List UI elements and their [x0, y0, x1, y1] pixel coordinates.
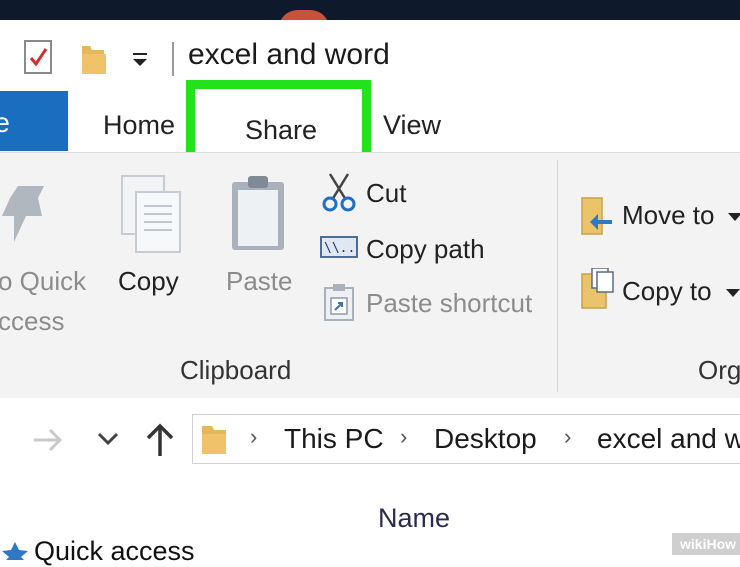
- tab-file[interactable]: le: [0, 91, 68, 151]
- desktop-strip: [0, 0, 740, 30]
- nav-item-quick-access[interactable]: Quick access: [34, 536, 195, 567]
- cut-button[interactable]: Cut: [366, 178, 406, 209]
- pin-label-line2: ccess: [0, 306, 65, 336]
- paste-shortcut-icon[interactable]: [324, 284, 354, 327]
- forward-arrow-icon[interactable]: [32, 426, 64, 459]
- recent-locations-chevron-down-icon[interactable]: [96, 430, 120, 453]
- pin-label-line1: o Quick: [0, 266, 87, 296]
- copy-to-icon[interactable]: [580, 267, 616, 315]
- copy-to-dropdown-icon[interactable]: [726, 286, 740, 304]
- paste-label: Paste: [226, 266, 293, 296]
- copy-path-icon[interactable]: \\...: [320, 236, 363, 263]
- svg-text:\\...: \\...: [324, 241, 358, 256]
- properties-icon[interactable]: [24, 40, 54, 79]
- tab-share-label: Share: [245, 115, 318, 145]
- breadcrumb-chevron-icon[interactable]: ›: [250, 424, 257, 450]
- paste-button[interactable]: [228, 174, 288, 259]
- new-folder-icon[interactable]: [80, 42, 108, 81]
- tab-file-label: le: [0, 107, 10, 138]
- breadcrumb-current-folder[interactable]: excel and w: [597, 423, 740, 455]
- copy-button[interactable]: [118, 174, 184, 261]
- breadcrumb-this-pc[interactable]: This PC: [284, 423, 384, 455]
- scissors-icon[interactable]: [322, 172, 356, 217]
- copy-path-button[interactable]: Copy path: [366, 234, 485, 265]
- wikihow-watermark: wikiHow: [672, 533, 740, 555]
- tab-home[interactable]: Home: [103, 110, 175, 141]
- customize-toolbar-dropdown-icon[interactable]: [130, 50, 150, 75]
- toolbar-separator: [172, 42, 174, 76]
- window-title: excel and word: [188, 38, 390, 71]
- breadcrumb-chevron-icon[interactable]: ›: [400, 424, 407, 450]
- copy-to-button[interactable]: Copy to: [622, 276, 712, 307]
- pin-to-quick-access-button[interactable]: [0, 180, 56, 255]
- move-to-button[interactable]: Move to: [622, 200, 715, 231]
- watermark-text: wikiHow: [680, 536, 737, 552]
- clipboard-group-label: Clipboard: [180, 355, 292, 385]
- tab-view[interactable]: View: [383, 110, 441, 141]
- move-to-icon[interactable]: [580, 196, 614, 241]
- organize-group-label: Org: [698, 355, 740, 385]
- move-to-dropdown-icon[interactable]: [728, 210, 740, 228]
- breadcrumb-chevron-icon[interactable]: ›: [564, 424, 571, 450]
- star-icon: [0, 540, 30, 565]
- paste-shortcut-button[interactable]: Paste shortcut: [366, 288, 532, 319]
- folder-icon: [200, 422, 230, 461]
- breadcrumb-desktop[interactable]: Desktop: [434, 423, 537, 455]
- up-arrow-icon[interactable]: [144, 422, 176, 463]
- group-separator: [557, 160, 558, 392]
- copy-label: Copy: [118, 266, 179, 296]
- column-header-name[interactable]: Name: [378, 503, 450, 534]
